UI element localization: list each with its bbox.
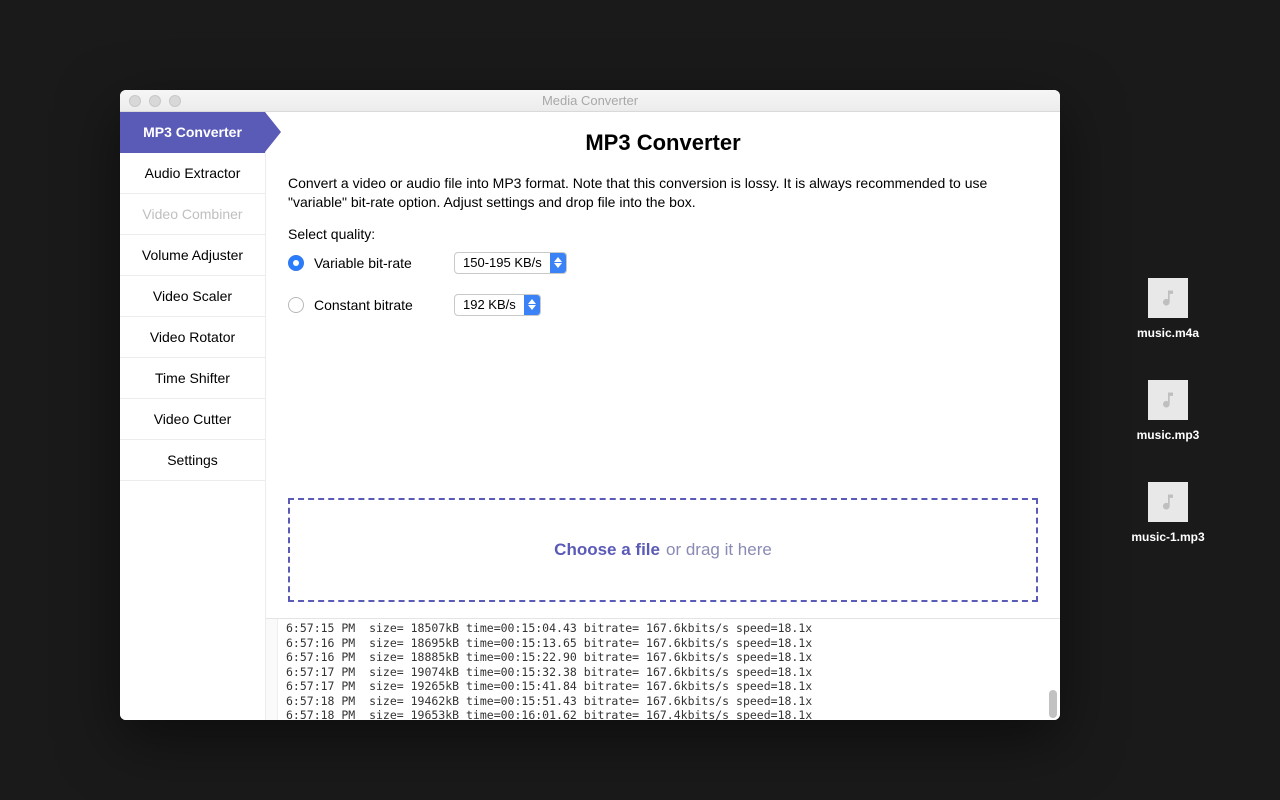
log-line: 6:57:15 PM size= 18507kB time=00:15:04.4… <box>286 621 1048 636</box>
log-line: 6:57:18 PM size= 19462kB time=00:15:51.4… <box>286 694 1048 709</box>
page-heading: MP3 Converter <box>288 130 1038 156</box>
desktop-files: music.m4a music.mp3 music-1.mp3 <box>1118 278 1218 544</box>
variable-bitrate-row: Variable bit-rate 150-195 KB/s <box>288 252 1038 274</box>
music-file-icon <box>1148 380 1188 420</box>
sidebar-item-label: MP3 Converter <box>143 124 242 140</box>
sidebar-item-video-combiner: Video Combiner <box>120 194 265 235</box>
sidebar-item-video-rotator[interactable]: Video Rotator <box>120 317 265 358</box>
select-quality-label: Select quality: <box>288 226 1038 242</box>
sidebar-item-label: Volume Adjuster <box>142 247 243 263</box>
log-line: 6:57:18 PM size= 19653kB time=00:16:01.6… <box>286 708 1048 720</box>
sidebar-item-label: Time Shifter <box>155 370 230 386</box>
log-scrollbar[interactable] <box>1049 621 1057 718</box>
window-title: Media Converter <box>120 93 1060 108</box>
sidebar-item-volume-adjuster[interactable]: Volume Adjuster <box>120 235 265 276</box>
constant-bitrate-radio[interactable] <box>288 297 304 313</box>
main-body: MP3 Converter Convert a video or audio f… <box>266 112 1060 618</box>
constant-bitrate-label: Constant bitrate <box>314 297 444 313</box>
app-window: Media Converter MP3 Converter Audio Extr… <box>120 90 1060 720</box>
variable-bitrate-select[interactable]: 150-195 KB/s <box>454 252 567 274</box>
sidebar: MP3 Converter Audio Extractor Video Comb… <box>120 112 266 720</box>
sidebar-item-time-shifter[interactable]: Time Shifter <box>120 358 265 399</box>
variable-bitrate-label: Variable bit-rate <box>314 255 444 271</box>
music-file-icon <box>1148 278 1188 318</box>
window-content: MP3 Converter Audio Extractor Video Comb… <box>120 112 1060 720</box>
constant-bitrate-value: 192 KB/s <box>455 295 524 315</box>
chevron-up-down-icon <box>524 295 540 315</box>
file-dropzone[interactable]: Choose a file or drag it here <box>288 498 1038 602</box>
dropzone-suffix: or drag it here <box>666 540 772 560</box>
sidebar-item-video-scaler[interactable]: Video Scaler <box>120 276 265 317</box>
log-panel: 6:57:15 PM size= 18507kB time=00:15:04.4… <box>266 618 1060 720</box>
log-line: 6:57:17 PM size= 19074kB time=00:15:32.3… <box>286 665 1048 680</box>
sidebar-item-label: Video Scaler <box>153 288 232 304</box>
desktop-file[interactable]: music.m4a <box>1118 278 1218 340</box>
log-scroll-thumb[interactable] <box>1049 690 1057 718</box>
main-panel: MP3 Converter Convert a video or audio f… <box>266 112 1060 720</box>
sidebar-item-label: Settings <box>167 452 218 468</box>
log-line: 6:57:16 PM size= 18695kB time=00:15:13.6… <box>286 636 1048 651</box>
file-label: music-1.mp3 <box>1131 530 1204 544</box>
log-line: 6:57:16 PM size= 18885kB time=00:15:22.9… <box>286 650 1048 665</box>
sidebar-item-mp3-converter[interactable]: MP3 Converter <box>120 112 265 153</box>
sidebar-item-label: Video Rotator <box>150 329 235 345</box>
titlebar: Media Converter <box>120 90 1060 112</box>
sidebar-item-settings[interactable]: Settings <box>120 440 265 481</box>
file-label: music.m4a <box>1137 326 1199 340</box>
file-label: music.mp3 <box>1137 428 1200 442</box>
chevron-up-down-icon <box>550 253 566 273</box>
constant-bitrate-row: Constant bitrate 192 KB/s <box>288 294 1038 316</box>
page-description: Convert a video or audio file into MP3 f… <box>288 174 1038 212</box>
sidebar-item-label: Audio Extractor <box>145 165 241 181</box>
log-line: 6:57:17 PM size= 19265kB time=00:15:41.8… <box>286 679 1048 694</box>
sidebar-item-label: Video Cutter <box>154 411 232 427</box>
desktop-file[interactable]: music.mp3 <box>1118 380 1218 442</box>
sidebar-item-audio-extractor[interactable]: Audio Extractor <box>120 153 265 194</box>
music-file-icon <box>1148 482 1188 522</box>
desktop-file[interactable]: music-1.mp3 <box>1118 482 1218 544</box>
choose-file-link[interactable]: Choose a file <box>554 540 660 560</box>
log-gutter <box>266 619 278 720</box>
variable-bitrate-radio[interactable] <box>288 255 304 271</box>
variable-bitrate-value: 150-195 KB/s <box>455 253 550 273</box>
constant-bitrate-select[interactable]: 192 KB/s <box>454 294 541 316</box>
sidebar-item-video-cutter[interactable]: Video Cutter <box>120 399 265 440</box>
sidebar-item-label: Video Combiner <box>142 206 242 222</box>
